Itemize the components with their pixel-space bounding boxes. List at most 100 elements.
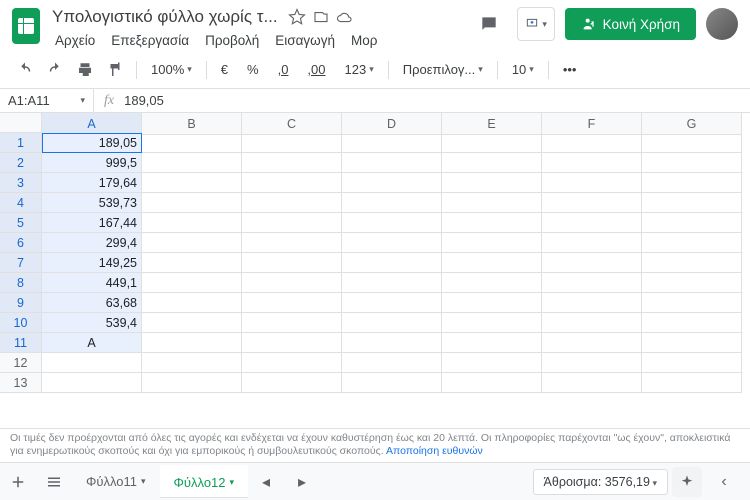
more-toolbar[interactable]: ••• <box>557 59 586 80</box>
col-header-B[interactable]: B <box>142 113 242 135</box>
present-button[interactable]: ▾ <box>517 7 555 41</box>
cell-B12[interactable] <box>142 353 242 373</box>
cell-C4[interactable] <box>242 193 342 213</box>
row-header-2[interactable]: 2 <box>0 153 42 173</box>
col-header-C[interactable]: C <box>242 113 342 135</box>
cell-A3[interactable]: 179,64 <box>42 173 142 193</box>
col-header-A[interactable]: A <box>42 113 142 135</box>
sheet-tab-inactive[interactable]: Φύλλο11 <box>72 466 160 497</box>
cell-G3[interactable] <box>642 173 742 193</box>
quicksum[interactable]: Άθροισμα: 3576,19 <box>533 469 668 495</box>
cell-A13[interactable] <box>42 373 142 393</box>
cell-A11[interactable]: A <box>42 333 142 353</box>
cell-F12[interactable] <box>542 353 642 373</box>
cell-D2[interactable] <box>342 153 442 173</box>
cell-G2[interactable] <box>642 153 742 173</box>
row-header-13[interactable]: 13 <box>0 373 42 393</box>
select-all-corner[interactable] <box>0 113 42 133</box>
paint-icon[interactable] <box>102 57 128 83</box>
cell-F5[interactable] <box>542 213 642 233</box>
menu-format[interactable]: Μορ <box>344 30 384 51</box>
currency-button[interactable]: € <box>215 59 237 80</box>
cell-F8[interactable] <box>542 273 642 293</box>
cell-C6[interactable] <box>242 233 342 253</box>
col-header-F[interactable]: F <box>542 113 642 135</box>
cloud-icon[interactable] <box>336 8 354 26</box>
spreadsheet-grid[interactable]: ABCDEFG1189,052999,53179,644539,735167,4… <box>0 113 750 393</box>
font-select[interactable]: Προεπιλογ... <box>397 59 489 80</box>
scroll-right-icon[interactable]: ▸ <box>284 464 320 500</box>
cell-G13[interactable] <box>642 373 742 393</box>
cell-F4[interactable] <box>542 193 642 213</box>
share-button[interactable]: Κοινή Χρήση <box>565 8 696 40</box>
doc-title[interactable]: Υπολογιστικό φύλλο χωρίς τ... <box>48 6 282 28</box>
cell-D4[interactable] <box>342 193 442 213</box>
cell-A12[interactable] <box>42 353 142 373</box>
cell-G6[interactable] <box>642 233 742 253</box>
move-icon[interactable] <box>312 8 330 26</box>
redo-icon[interactable] <box>42 57 68 83</box>
undo-icon[interactable] <box>12 57 38 83</box>
cell-B11[interactable] <box>142 333 242 353</box>
cell-D5[interactable] <box>342 213 442 233</box>
cell-B7[interactable] <box>142 253 242 273</box>
cell-B10[interactable] <box>142 313 242 333</box>
cell-F13[interactable] <box>542 373 642 393</box>
cell-A8[interactable]: 449,1 <box>42 273 142 293</box>
cell-C5[interactable] <box>242 213 342 233</box>
cell-F9[interactable] <box>542 293 642 313</box>
cell-E6[interactable] <box>442 233 542 253</box>
row-header-12[interactable]: 12 <box>0 353 42 373</box>
cell-C11[interactable] <box>242 333 342 353</box>
row-header-3[interactable]: 3 <box>0 173 42 193</box>
col-header-E[interactable]: E <box>442 113 542 135</box>
row-header-5[interactable]: 5 <box>0 213 42 233</box>
menu-file[interactable]: Αρχείο <box>48 30 102 51</box>
cell-F6[interactable] <box>542 233 642 253</box>
cell-D1[interactable] <box>342 133 442 153</box>
sheets-logo[interactable] <box>12 8 40 44</box>
menu-edit[interactable]: Επεξεργασία <box>104 30 196 51</box>
dec-increase[interactable]: ,00 <box>301 59 334 80</box>
cell-A7[interactable]: 149,25 <box>42 253 142 273</box>
row-header-4[interactable]: 4 <box>0 193 42 213</box>
cell-E7[interactable] <box>442 253 542 273</box>
menu-insert[interactable]: Εισαγωγή <box>268 30 342 51</box>
scroll-left-icon[interactable]: ◂ <box>248 464 284 500</box>
cell-F2[interactable] <box>542 153 642 173</box>
cell-B9[interactable] <box>142 293 242 313</box>
cell-D7[interactable] <box>342 253 442 273</box>
cell-D9[interactable] <box>342 293 442 313</box>
name-box[interactable]: A1:A11 <box>0 89 94 112</box>
cell-F11[interactable] <box>542 333 642 353</box>
cell-G7[interactable] <box>642 253 742 273</box>
cell-D3[interactable] <box>342 173 442 193</box>
cell-C10[interactable] <box>242 313 342 333</box>
cell-E10[interactable] <box>442 313 542 333</box>
cell-B6[interactable] <box>142 233 242 253</box>
cell-G1[interactable] <box>642 133 742 153</box>
row-header-7[interactable]: 7 <box>0 253 42 273</box>
cell-E12[interactable] <box>442 353 542 373</box>
all-sheets-button[interactable] <box>36 464 72 500</box>
cell-A9[interactable]: 63,68 <box>42 293 142 313</box>
cell-B2[interactable] <box>142 153 242 173</box>
cell-D10[interactable] <box>342 313 442 333</box>
cell-F3[interactable] <box>542 173 642 193</box>
row-header-9[interactable]: 9 <box>0 293 42 313</box>
star-icon[interactable] <box>288 8 306 26</box>
cell-G8[interactable] <box>642 273 742 293</box>
col-header-D[interactable]: D <box>342 113 442 135</box>
cell-C7[interactable] <box>242 253 342 273</box>
cell-G12[interactable] <box>642 353 742 373</box>
cell-E3[interactable] <box>442 173 542 193</box>
cell-G4[interactable] <box>642 193 742 213</box>
cell-D13[interactable] <box>342 373 442 393</box>
cell-C12[interactable] <box>242 353 342 373</box>
explore-button[interactable] <box>672 467 702 497</box>
row-header-10[interactable]: 10 <box>0 313 42 333</box>
side-panel-toggle[interactable]: ‹ <box>706 464 742 500</box>
cell-G11[interactable] <box>642 333 742 353</box>
cell-A10[interactable]: 539,4 <box>42 313 142 333</box>
sheet-tab-active[interactable]: Φύλλο12 <box>160 465 249 498</box>
